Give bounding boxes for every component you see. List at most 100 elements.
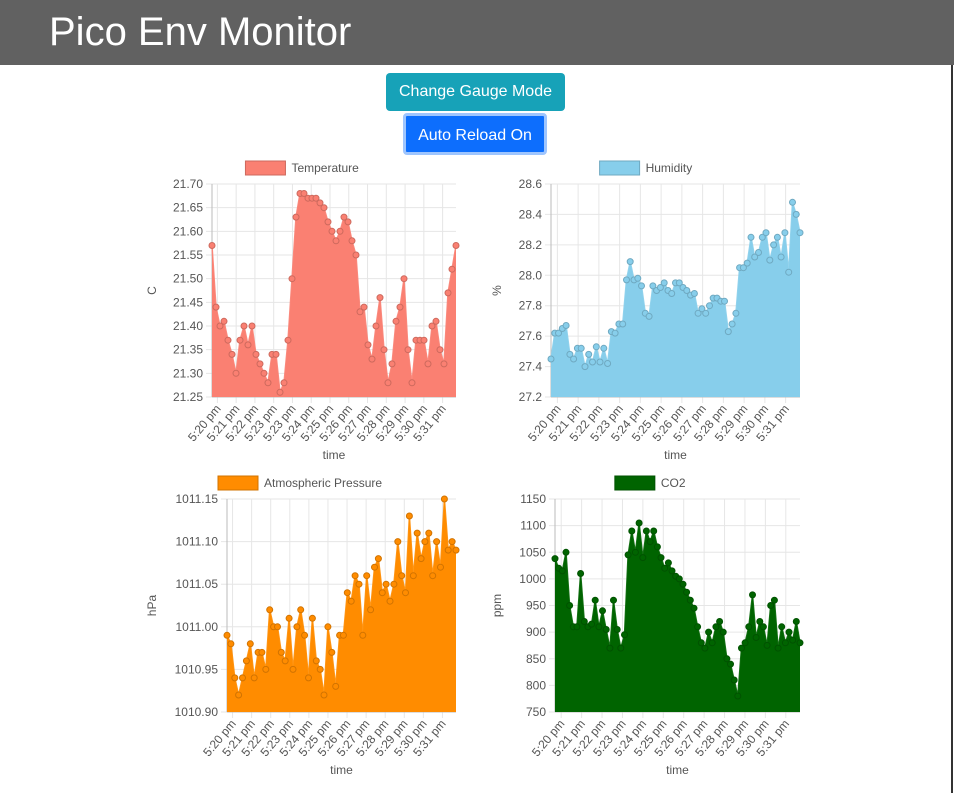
co2-data-point [763, 641, 771, 649]
temperature-y-tick-label: 21.55 [173, 248, 203, 262]
atmospheric-pressure-data-point [405, 512, 413, 520]
temperature-data-point [452, 242, 460, 249]
co2-data-point [573, 623, 581, 631]
co2-data-point [686, 596, 694, 604]
humidity-data-point [766, 256, 774, 264]
atmospheric-pressure-y-axis-label: hPa [145, 595, 159, 617]
co2-data-point [639, 554, 647, 562]
temperature-data-point [388, 360, 396, 368]
atmospheric-pressure-data-point [293, 623, 301, 631]
atmospheric-pressure-data-point [402, 589, 409, 597]
co2-data-point [650, 527, 658, 535]
humidity-data-point [634, 274, 642, 282]
co2-data-point [778, 623, 786, 631]
humidity-y-tick-label: 27.2 [519, 390, 543, 404]
co2-y-tick-label: 950 [526, 599, 546, 613]
atmospheric-pressure-data-point [305, 674, 312, 682]
humidity-data-point [762, 229, 770, 237]
temperature-data-point [232, 369, 240, 377]
temperature-data-point [324, 218, 332, 226]
atmospheric-pressure-data-point [378, 589, 386, 597]
atmospheric-pressure-data-point [308, 614, 316, 622]
atmospheric-pressure-y-tick-label: 1011.00 [176, 620, 219, 634]
temperature-data-point [208, 242, 216, 249]
atmospheric-pressure-data-point [231, 674, 239, 682]
co2-y-tick-label: 1050 [519, 545, 546, 559]
temperature-data-point [292, 213, 300, 221]
atmospheric-pressure-data-point [409, 572, 417, 580]
atmospheric-pressure-y-tick-label: 1011.05 [176, 577, 219, 591]
temperature-data-point [396, 303, 404, 311]
humidity-data-point [619, 320, 627, 328]
atmospheric-pressure-data-point [332, 682, 340, 690]
humidity-data-point [623, 276, 630, 284]
temperature-data-point [344, 218, 352, 226]
humidity-data-point [773, 233, 781, 241]
humidity-y-axis-label: % [490, 285, 504, 296]
temperature-legend-label: Temperature [291, 161, 359, 175]
co2-data-point [712, 623, 720, 631]
atmospheric-pressure-data-point [258, 648, 266, 656]
temperature-data-point [432, 317, 440, 325]
co2-data-point [690, 604, 698, 612]
temperature-y-tick-label: 21.35 [173, 343, 203, 357]
humidity-data-point [777, 253, 785, 261]
temperature-data-point [392, 317, 400, 325]
humidity-data-point [585, 350, 593, 358]
co2-data-point [789, 636, 797, 644]
humidity-data-point [721, 297, 728, 305]
temperature-x-axis-label: time [323, 448, 346, 462]
atmospheric-pressure-data-point [285, 614, 293, 622]
humidity-data-point [785, 268, 793, 276]
humidity-y-tick-label: 28.0 [519, 268, 543, 282]
co2-data-point [621, 631, 628, 639]
atmospheric-pressure-data-point [324, 623, 332, 631]
humidity-data-point [770, 241, 778, 249]
humidity-data-point [702, 309, 710, 317]
atmospheric-pressure-data-point [343, 589, 351, 597]
atmospheric-pressure-data-point [394, 538, 402, 546]
atmospheric-pressure-data-point [425, 529, 433, 537]
co2-data-point [792, 618, 800, 625]
co2-data-point [719, 628, 727, 636]
humidity-y-tick-label: 27.8 [519, 299, 543, 313]
co2-y-tick-label: 1150 [520, 492, 546, 506]
humidity-data-point [668, 290, 676, 297]
atmospheric-pressure-x-axis-label: time [330, 763, 353, 777]
co2-data-point [723, 655, 731, 663]
co2-data-point [562, 548, 570, 556]
co2-data-point [588, 620, 596, 628]
humidity-data-point [796, 229, 804, 237]
atmospheric-pressure-data-point [371, 563, 378, 571]
co2-y-tick-label: 750 [526, 705, 546, 719]
temperature-data-point [444, 289, 452, 297]
atmospheric-pressure-data-point [452, 546, 460, 554]
co2-data-point [767, 602, 775, 609]
co2-data-point [613, 626, 621, 633]
temperature-data-point [248, 322, 256, 330]
co2-data-point [701, 644, 709, 652]
co2-data-point [785, 628, 793, 636]
co2-data-point [781, 639, 789, 647]
temperature-data-point [352, 251, 360, 259]
atmospheric-pressure-data-point [274, 623, 281, 631]
humidity-data-point [581, 363, 589, 371]
co2-data-point [752, 634, 760, 641]
atmospheric-pressure-area [227, 499, 456, 712]
humidity-data-point [755, 249, 762, 256]
temperature-y-tick-label: 21.30 [173, 366, 203, 380]
co2-data-point [694, 623, 702, 631]
humidity-data-point [789, 198, 796, 206]
temperature-data-point [256, 360, 264, 368]
atmospheric-pressure-data-point [413, 529, 421, 537]
atmospheric-pressure-data-point [301, 631, 309, 639]
temperature-y-tick-label: 21.40 [173, 319, 203, 333]
temperature-y-tick-label: 21.70 [173, 177, 203, 191]
humidity-data-point [732, 309, 740, 317]
temperature-y-tick-label: 21.25 [173, 390, 203, 404]
temperature-data-point [420, 336, 428, 344]
temperature-data-point [440, 360, 448, 368]
charts-canvas: 21.25 21.30 21.35 21.40 21.45 21.50 21.55 21.60… [145, 160, 804, 777]
humidity-data-point [626, 258, 634, 266]
atmospheric-pressure-data-point [281, 657, 289, 665]
